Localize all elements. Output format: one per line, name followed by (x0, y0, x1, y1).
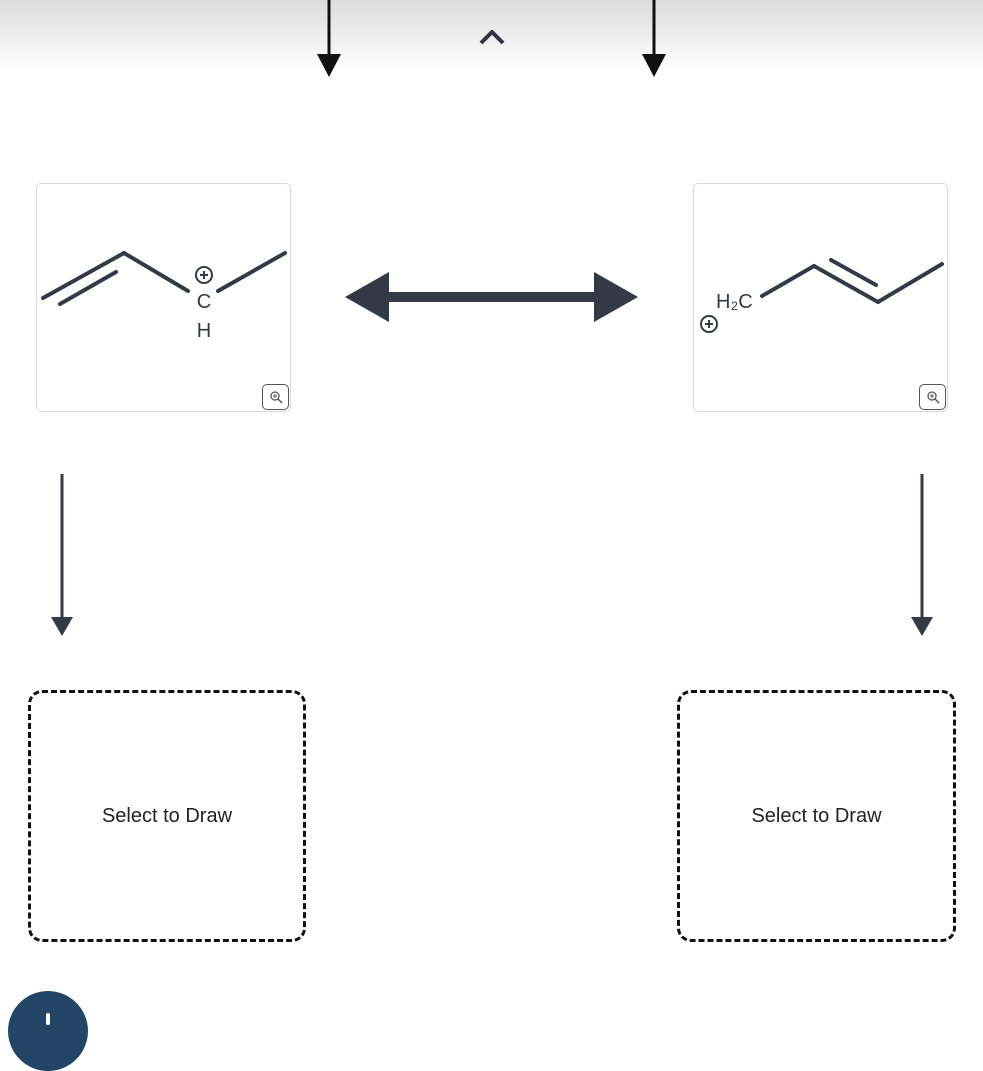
resonance-arrow (345, 272, 638, 322)
down-arrow-left (51, 474, 73, 636)
atom-label-c: C (197, 291, 211, 313)
zoom-in-icon (926, 391, 940, 404)
chevron-up-icon[interactable] (477, 24, 507, 48)
zoom-in-icon (269, 391, 283, 404)
atom-label-h: H (197, 320, 211, 342)
draw-box-right[interactable]: Select to Draw (677, 690, 956, 942)
zoom-button-right[interactable] (919, 384, 946, 410)
down-arrow-right (911, 474, 933, 636)
draw-box-label: Select to Draw (751, 804, 882, 827)
down-arrow-top-right (642, 0, 666, 77)
fab-icon (46, 1013, 50, 1025)
zoom-button-left[interactable] (262, 384, 289, 410)
draw-box-left[interactable]: Select to Draw (28, 690, 306, 942)
atom-label-ch2: H₂C (716, 291, 753, 313)
floating-action-button[interactable] (8, 991, 88, 1071)
structure-card-left: C H (36, 183, 291, 412)
molecule-right: H₂C (700, 258, 944, 333)
molecule-left: C H (41, 251, 287, 342)
down-arrow-top-left (317, 0, 341, 77)
draw-box-label: Select to Draw (101, 804, 233, 827)
structure-card-right: H₂C (693, 183, 948, 412)
